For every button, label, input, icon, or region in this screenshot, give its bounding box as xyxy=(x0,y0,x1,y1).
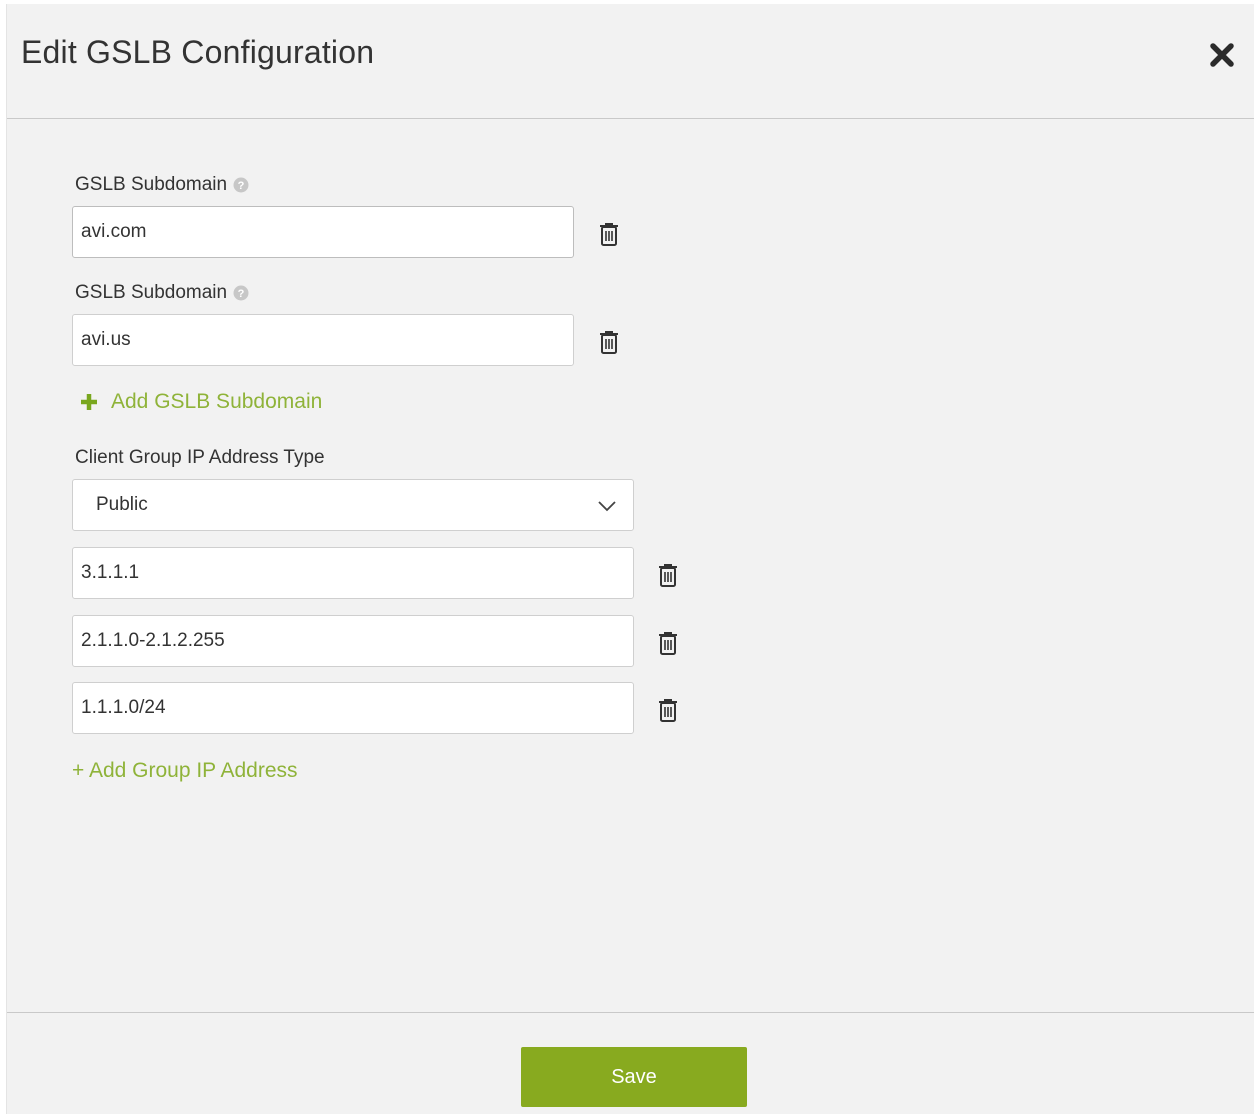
client-group-ip-type-label: Client Group IP Address Type xyxy=(75,447,325,468)
trash-icon xyxy=(659,632,677,655)
close-x-icon xyxy=(1210,43,1234,67)
gslb-subdomain-label-text: GSLB Subdomain xyxy=(75,282,228,303)
delete-subdomain-button-1[interactable] xyxy=(596,220,622,248)
help-icon[interactable]: ? xyxy=(233,177,249,193)
group-ip-address-input-2[interactable] xyxy=(72,615,634,667)
client-group-ip-type-select[interactable]: Public xyxy=(72,479,634,531)
modal-title: Edit GSLB Configuration xyxy=(21,34,375,70)
trash-icon xyxy=(600,223,618,246)
modal-footer: Save xyxy=(7,1012,1254,1114)
modal-header: Edit GSLB Configuration xyxy=(7,4,1254,119)
gslb-subdomain-input-2[interactable] xyxy=(72,314,574,366)
gslb-subdomain-input-1[interactable] xyxy=(72,206,574,258)
add-group-ip-address-link[interactable]: + Add Group IP Address xyxy=(72,759,298,783)
chevron-down-icon xyxy=(598,501,616,512)
trash-icon xyxy=(659,564,677,587)
trash-icon xyxy=(600,331,618,354)
gslb-subdomain-label-2: GSLB Subdomain ? xyxy=(75,282,249,304)
svg-text:?: ? xyxy=(238,180,245,192)
group-ip-address-input-1[interactable] xyxy=(72,547,634,599)
delete-ip-address-button-2[interactable] xyxy=(655,629,681,657)
save-button[interactable]: Save xyxy=(521,1047,747,1107)
selected-value: Public xyxy=(96,494,148,515)
add-gslb-subdomain-link[interactable]: Add GSLB Subdomain xyxy=(79,390,322,414)
gslb-subdomain-label-text: GSLB Subdomain xyxy=(75,174,228,195)
gslb-subdomain-label-1: GSLB Subdomain ? xyxy=(75,174,249,196)
delete-ip-address-button-1[interactable] xyxy=(655,561,681,589)
group-ip-address-input-3[interactable] xyxy=(72,682,634,734)
edit-gslb-modal: Edit GSLB Configuration GSLB Subdomain ?… xyxy=(6,4,1254,1114)
delete-ip-address-button-3[interactable] xyxy=(655,696,681,724)
plus-icon xyxy=(81,394,97,410)
close-button[interactable] xyxy=(1207,40,1237,70)
svg-text:?: ? xyxy=(238,288,245,300)
delete-subdomain-button-2[interactable] xyxy=(596,328,622,356)
help-icon[interactable]: ? xyxy=(233,285,249,301)
add-gslb-subdomain-label: Add GSLB Subdomain xyxy=(111,390,323,413)
trash-icon xyxy=(659,699,677,722)
